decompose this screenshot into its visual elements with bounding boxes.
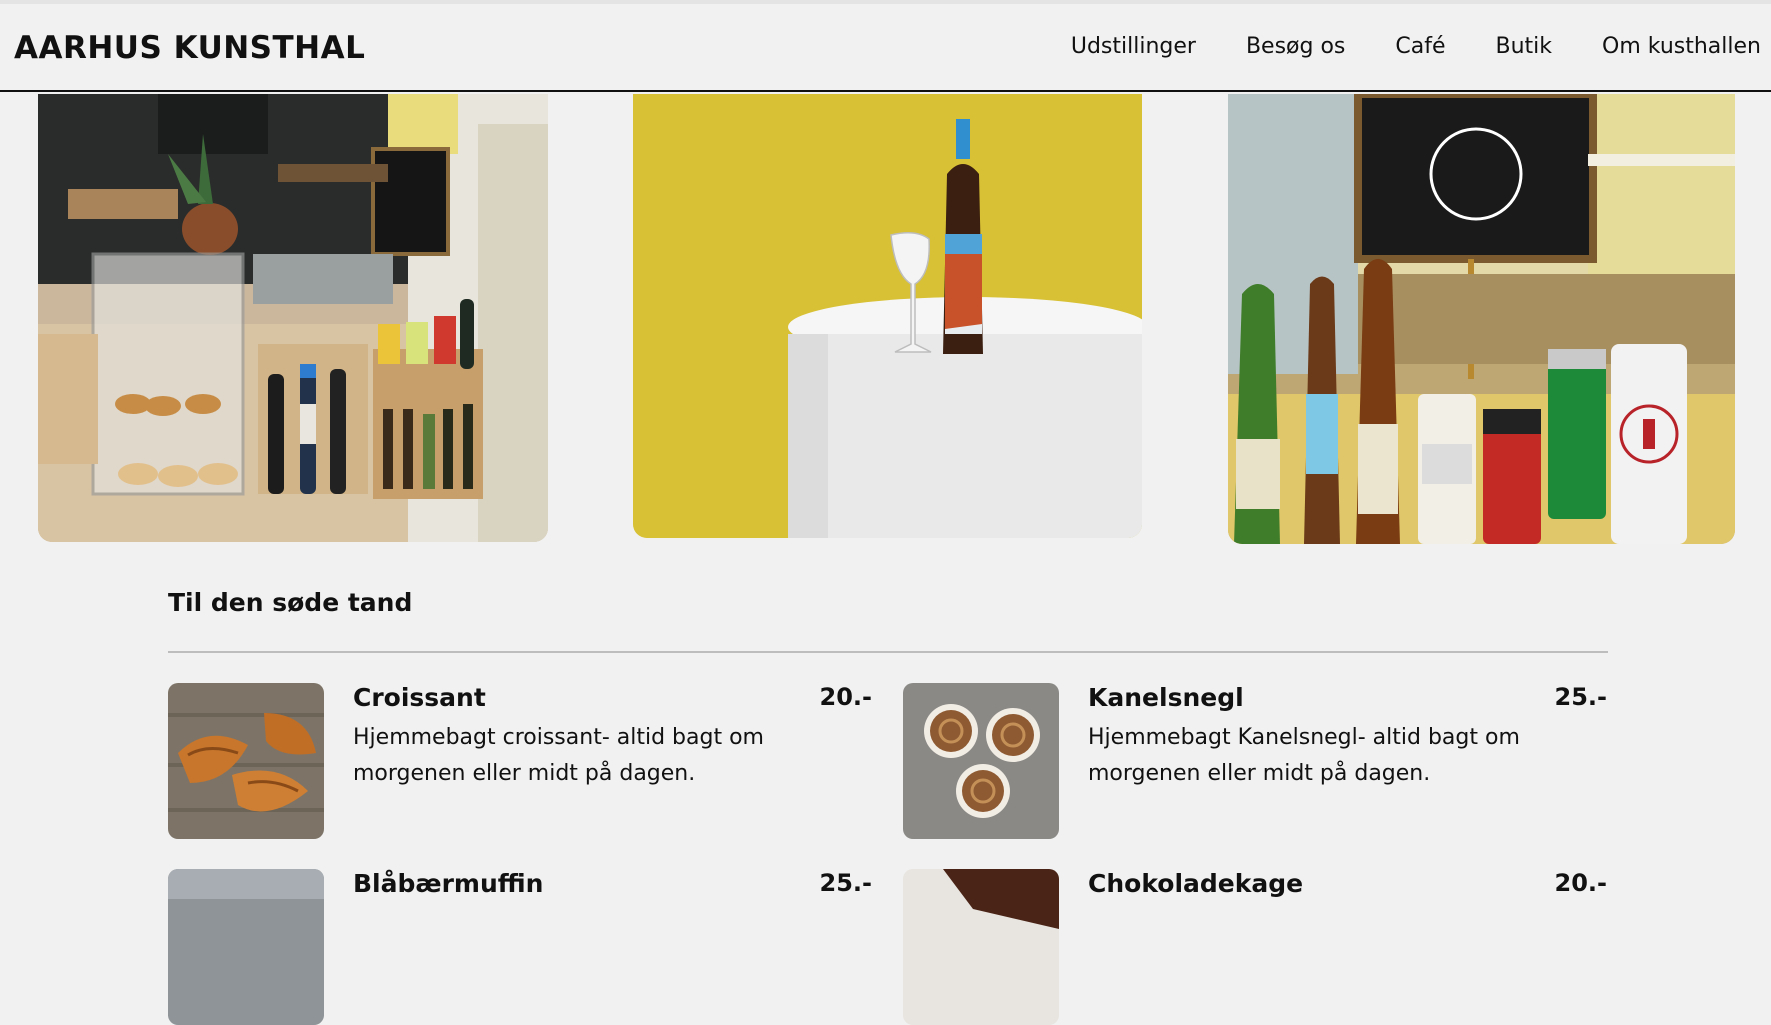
chokoladekage-image (903, 869, 1059, 1025)
kanelsnegl-description: Hjemmebagt Kanelsnegl- altid bagt om mor… (1088, 725, 1520, 786)
blabaermuffin-image (168, 869, 324, 1025)
croissant-price: 20.- (819, 683, 872, 711)
site-header: AARHUS KUNSTHAL Udstillinger Besøg os Ca… (0, 4, 1771, 92)
kanelsnegl-price: 25.- (1554, 683, 1607, 711)
gallery-photo-beer-bottles (1228, 94, 1735, 544)
gallery-photo-cafe-counter (38, 94, 548, 542)
blabaermuffin-price: 25.- (819, 869, 872, 897)
blabaermuffin-name: Blåbærmuffin (353, 869, 544, 898)
main-nav: Udstillinger Besøg os Café Butik Om kust… (1021, 34, 1761, 59)
chokoladekage-price: 20.- (1554, 869, 1607, 897)
kanelsnegl-image (903, 683, 1059, 839)
croissant-name: Croissant (353, 683, 486, 712)
nav-butik[interactable]: Butik (1496, 34, 1553, 59)
nav-udstillinger[interactable]: Udstillinger (1071, 34, 1196, 59)
site-logo[interactable]: AARHUS KUNSTHAL (14, 30, 365, 66)
nav-om-kunsthallen[interactable]: Om kusthallen (1602, 34, 1761, 59)
kanelsnegl-name: Kanelsnegl (1088, 683, 1244, 712)
section-title: Til den søde tand (168, 588, 413, 617)
nav-cafe[interactable]: Café (1395, 34, 1445, 59)
croissant-image (168, 683, 324, 839)
chokoladekage-name: Chokoladekage (1088, 869, 1304, 898)
gallery-photo-wine-pedestal (633, 94, 1142, 538)
croissant-description: Hjemmebagt croissant- altid bagt om morg… (353, 725, 764, 786)
nav-besog-os[interactable]: Besøg os (1246, 34, 1345, 59)
section-divider (168, 651, 1608, 653)
